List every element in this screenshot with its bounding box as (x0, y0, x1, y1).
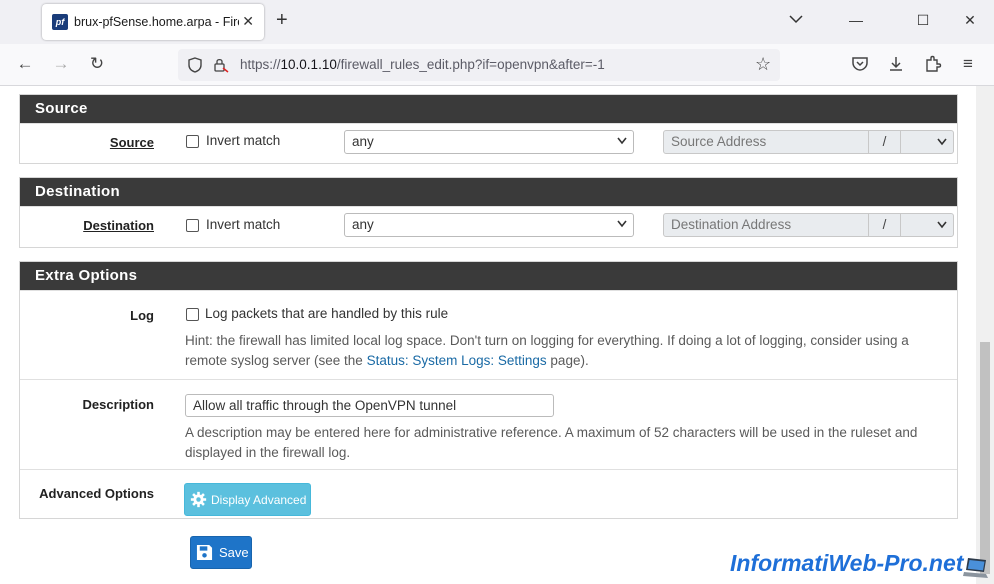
destination-panel-header: Destination (20, 178, 957, 206)
extra-options-header: Extra Options (20, 262, 957, 290)
page-scrollbar[interactable] (976, 86, 994, 584)
maximize-icon[interactable]: ☐ (915, 11, 931, 29)
source-panel: Source Source Invert match any Source Ad… (19, 94, 958, 164)
log-label: Log (130, 308, 154, 323)
destination-panel: Destination Destination Invert match any… (19, 177, 958, 248)
tab-bar: pf brux-pfSense.home.arpa - Firewall: Ru… (0, 0, 994, 44)
url-bar[interactable]: https://10.0.1.10/firewall_rules_edit.ph… (178, 49, 780, 81)
log-checkbox-label: Log packets that are handled by this rul… (205, 306, 449, 321)
source-type-select[interactable]: any (344, 130, 634, 154)
save-button[interactable]: Save (190, 536, 252, 569)
display-advanced-button[interactable]: Display Advanced (184, 483, 311, 516)
reload-icon[interactable]: ↻ (87, 54, 107, 74)
close-tab-icon[interactable]: ✕ (242, 13, 254, 30)
save-icon (196, 544, 213, 561)
back-icon[interactable]: ← (15, 54, 35, 74)
destination-row: Destination Invert match any Destination… (20, 206, 957, 247)
destination-slash: / (869, 213, 901, 237)
system-logs-settings-link[interactable]: Status: System Logs: Settings (367, 353, 547, 368)
gear-icon (190, 491, 207, 508)
chevron-down-icon (937, 138, 947, 146)
forward-icon[interactable]: → (51, 54, 71, 74)
destination-type-select[interactable]: any (344, 213, 634, 237)
minimize-icon[interactable]: — (848, 11, 864, 29)
star-icon[interactable]: ☆ (755, 54, 771, 75)
destination-invert-label: Invert match (206, 217, 281, 232)
source-invert-label: Invert match (206, 133, 281, 148)
page-content: Source Source Invert match any Source Ad… (0, 86, 976, 584)
log-row: Log Log packets that are handled by this… (20, 290, 957, 379)
log-hint: Hint: the firewall has limited local log… (185, 333, 909, 368)
advanced-options-row: Advanced Options Display Advanced (20, 469, 957, 519)
source-slash: / (869, 130, 901, 154)
source-invert-checkbox[interactable] (186, 135, 199, 148)
source-panel-header: Source (20, 95, 957, 123)
lock-icon[interactable] (213, 57, 229, 73)
chevron-down-icon (617, 137, 627, 145)
source-mask-select[interactable] (900, 130, 954, 154)
destination-label: Destination (83, 218, 154, 233)
new-tab-icon[interactable]: + (276, 10, 288, 30)
scrollbar-thumb[interactable] (980, 342, 990, 574)
url-text[interactable]: https://10.0.1.10/firewall_rules_edit.ph… (240, 57, 605, 72)
destination-mask-select[interactable] (900, 213, 954, 237)
tab-title: brux-pfSense.home.arpa - Firewall: Rules… (74, 15, 239, 29)
laptop-logo-icon (963, 558, 988, 578)
download-icon[interactable] (886, 54, 906, 74)
destination-address-input[interactable]: Destination Address (663, 213, 869, 237)
description-label: Description (82, 397, 154, 412)
chevron-down-icon (937, 221, 947, 229)
extensions-icon[interactable] (923, 54, 943, 74)
source-row: Source Invert match any Source Address / (20, 123, 957, 163)
browser-tab[interactable]: pf brux-pfSense.home.arpa - Firewall: Ru… (42, 4, 264, 40)
advanced-options-label: Advanced Options (39, 486, 154, 501)
navigation-bar: ← → ↻ https://10.0.1.10/firewall_rules_e… (0, 44, 994, 86)
source-label: Source (109, 135, 154, 150)
destination-invert-checkbox[interactable] (186, 219, 199, 232)
source-address-input[interactable]: Source Address (663, 130, 869, 154)
shield-icon[interactable] (188, 57, 202, 73)
watermark: InformatiWeb-Pro.net (730, 550, 964, 576)
description-input[interactable]: Allow all traffic through the OpenVPN tu… (185, 394, 554, 417)
pocket-icon[interactable] (850, 54, 870, 74)
description-row: Description Allow all traffic through th… (20, 379, 957, 469)
tab-list-chevron-icon[interactable] (788, 11, 804, 27)
description-hint: A description may be entered here for ad… (185, 425, 918, 460)
extra-options-panel: Extra Options Log Log packets that are h… (19, 261, 958, 519)
pfsense-favicon-icon: pf (52, 14, 68, 30)
log-checkbox[interactable] (186, 308, 199, 321)
menu-icon[interactable]: ≡ (958, 54, 978, 74)
chevron-down-icon (617, 220, 627, 228)
close-window-icon[interactable]: ✕ (962, 11, 978, 29)
